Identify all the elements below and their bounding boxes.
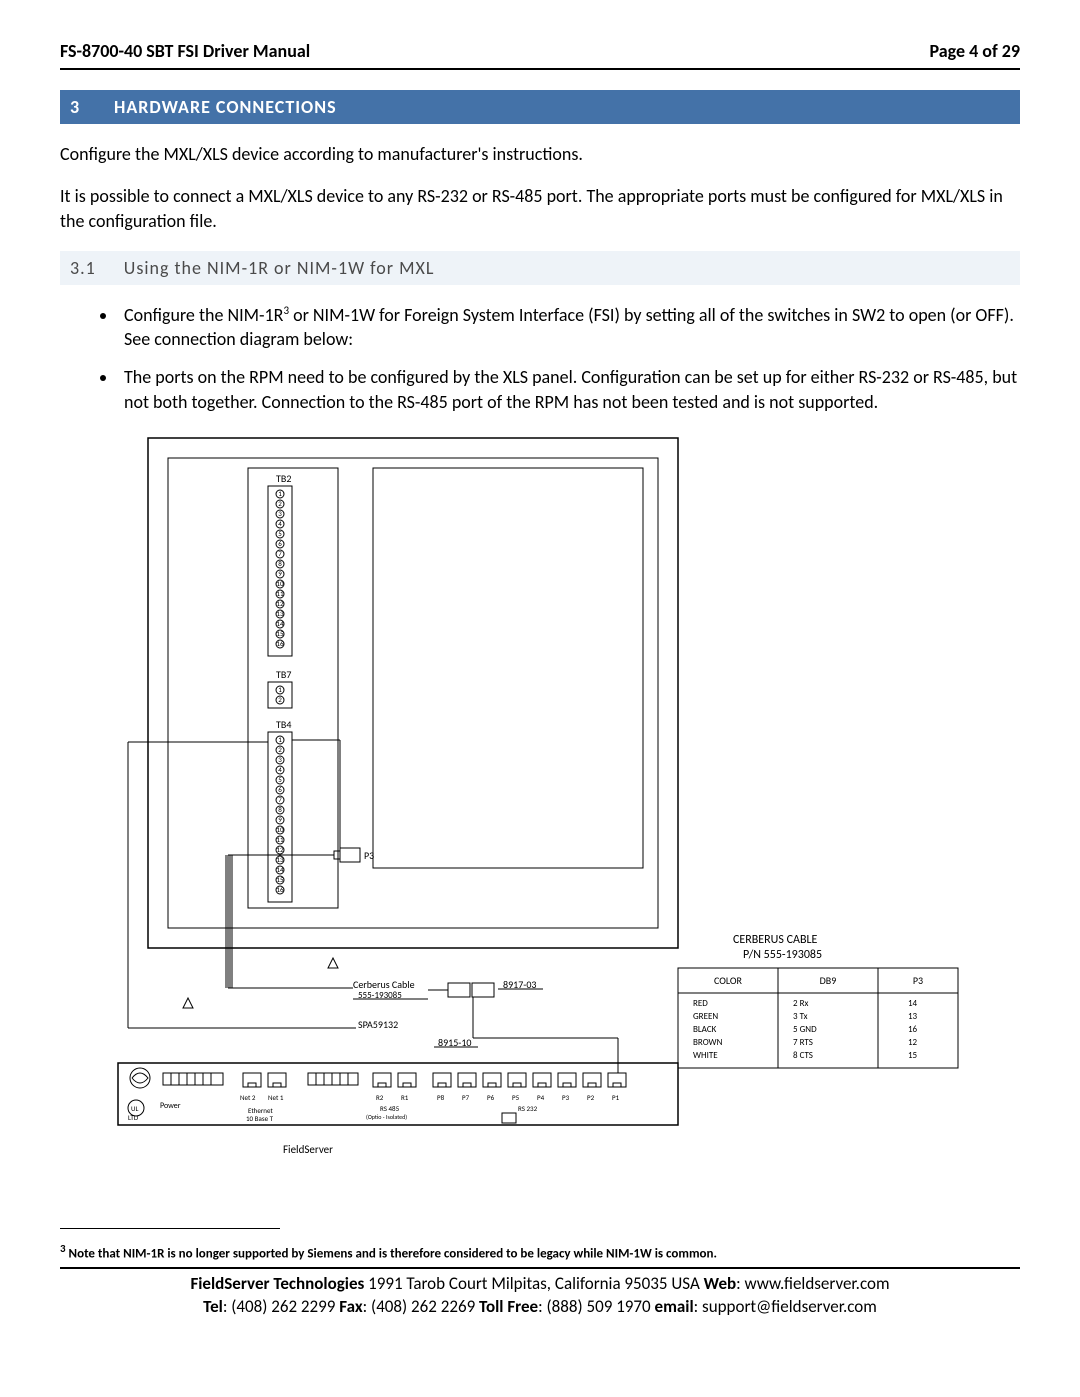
svg-text:P4: P4 [537,1093,545,1102]
svg-text:BROWN: BROWN [693,1037,723,1048]
tb7-label: TB7 [276,668,291,681]
bullet-list: Configure the NIM-1R3 or NIM-1W for Fore… [60,303,1020,414]
svg-text:5: 5 [278,529,282,538]
p3-label: P3 [364,849,374,862]
svg-text:BLACK: BLACK [693,1024,717,1035]
svg-text:16: 16 [908,1024,918,1035]
page-number: Page 4 of 29 [930,40,1020,62]
paragraph: Configure the MXL/XLS device according t… [60,142,1020,166]
subsection-heading: 3.1 Using the NIM-1R or NIM-1W for MXL [60,251,1020,285]
svg-text:P6: P6 [487,1093,495,1102]
svg-text:12: 12 [908,1037,918,1048]
svg-text:13: 13 [276,609,284,618]
svg-text:2: 2 [278,745,282,754]
svg-text:P5: P5 [512,1093,520,1102]
svg-text:4: 4 [278,765,282,774]
svg-text:5: 5 [278,775,282,784]
svg-text:9: 9 [278,569,282,578]
section-title: HARDWARE CONNECTIONS [114,96,337,118]
svg-text:1: 1 [278,489,282,498]
cable-table-title1: CERBERUS CABLE [733,933,818,947]
tb2-label: TB2 [276,472,291,485]
list-item: The ports on the RPM need to be configur… [118,365,1020,414]
svg-text:2 Rx: 2 Rx [793,998,808,1009]
svg-text:7: 7 [278,795,282,804]
svg-text:Net 2: Net 2 [240,1093,256,1102]
spa-label: SPA59132 [358,1018,398,1031]
svg-text:3: 3 [278,755,282,764]
doc-title: FS-8700-40 SBT FSI Driver Manual [60,40,310,62]
page-footer: FieldServer Technologies 1991 Tarob Cour… [60,1267,1020,1319]
svg-text:2: 2 [278,695,282,704]
paragraph: It is possible to connect a MXL/XLS devi… [60,184,1020,233]
svg-text:P1: P1 [612,1093,620,1102]
svg-text:9: 9 [278,815,282,824]
svg-text:13: 13 [276,855,284,864]
svg-text:R2: R2 [376,1093,384,1102]
svg-text:3 Tx: 3 Tx [793,1011,808,1022]
svg-text:RS 485: RS 485 [380,1104,400,1113]
svg-text:6: 6 [278,539,282,548]
section-number: 3 [70,96,90,118]
svg-text:16: 16 [276,639,284,648]
svg-text:COLOR: COLOR [714,974,742,987]
svg-text:P8: P8 [437,1093,445,1102]
footnote: 3 Note that NIM-1R is no longer supporte… [60,1242,1020,1261]
svg-text:6: 6 [278,785,282,794]
svg-text:RED: RED [693,998,708,1009]
cable-table-title2: P/N 555-193085 [743,948,822,962]
svg-text:WHITE: WHITE [693,1050,718,1061]
svg-text:(Optio - Isolated): (Optio - Isolated) [366,1113,407,1121]
subsection-title: Using the NIM-1R or NIM-1W for MXL [124,257,435,279]
svg-text:P3: P3 [562,1093,570,1102]
svg-text:5 GND: 5 GND [793,1024,817,1035]
svg-text:12: 12 [276,599,284,608]
svg-text:14: 14 [276,619,284,628]
svg-text:11: 11 [276,835,284,844]
svg-text:12: 12 [276,845,284,854]
svg-text:14: 14 [908,998,918,1009]
svg-text:GREEN: GREEN [693,1011,718,1022]
fieldserver-caption: FieldServer [283,1143,333,1156]
svg-text:R1: R1 [401,1093,409,1102]
svg-text:1: 1 [278,685,282,694]
svg-text:10: 10 [276,579,284,588]
svg-text:10 Base T: 10 Base T [246,1114,274,1123]
svg-text:7 RTS: 7 RTS [793,1037,813,1048]
page-header: FS-8700-40 SBT FSI Driver Manual Page 4 … [60,40,1020,70]
fs-power-label: Power [160,1101,181,1111]
svg-text:P7: P7 [462,1093,470,1102]
svg-text:P3: P3 [913,974,923,987]
svg-text:8: 8 [278,805,282,814]
footnote-separator [60,1228,280,1229]
svg-text:14: 14 [276,865,284,874]
svg-text:Net 1: Net 1 [268,1093,284,1102]
svg-text:15: 15 [908,1050,918,1061]
svg-text:RS 232: RS 232 [518,1104,538,1113]
svg-text:8 CTS: 8 CTS [793,1050,813,1061]
svg-text:11: 11 [276,589,284,598]
svg-text:10: 10 [276,825,284,834]
svg-text:2: 2 [278,499,282,508]
section-heading: 3 HARDWARE CONNECTIONS [60,90,1020,124]
svg-text:16: 16 [276,885,284,894]
svg-text:8: 8 [278,559,282,568]
connection-diagram: TB2 1 2 3 4 5 6 7 8 9 10 11 12 13 14 15 … [108,428,1020,1168]
subsection-number: 3.1 [70,257,96,279]
svg-text:15: 15 [276,629,284,638]
svg-text:3: 3 [278,509,282,518]
svg-text:LTD: LTD [128,1113,139,1122]
footer-company: FieldServer Technologies [190,1273,364,1294]
svg-text:P2: P2 [587,1093,595,1102]
svg-text:13: 13 [908,1011,918,1022]
list-item: Configure the NIM-1R3 or NIM-1W for Fore… [118,303,1020,352]
svg-text:7: 7 [278,549,282,558]
svg-text:UL: UL [131,1104,138,1113]
svg-text:1: 1 [278,735,282,744]
svg-text:DB9: DB9 [820,974,837,987]
tb4-label: TB4 [276,718,291,731]
svg-text:15: 15 [276,875,284,884]
svg-text:4: 4 [278,519,282,528]
